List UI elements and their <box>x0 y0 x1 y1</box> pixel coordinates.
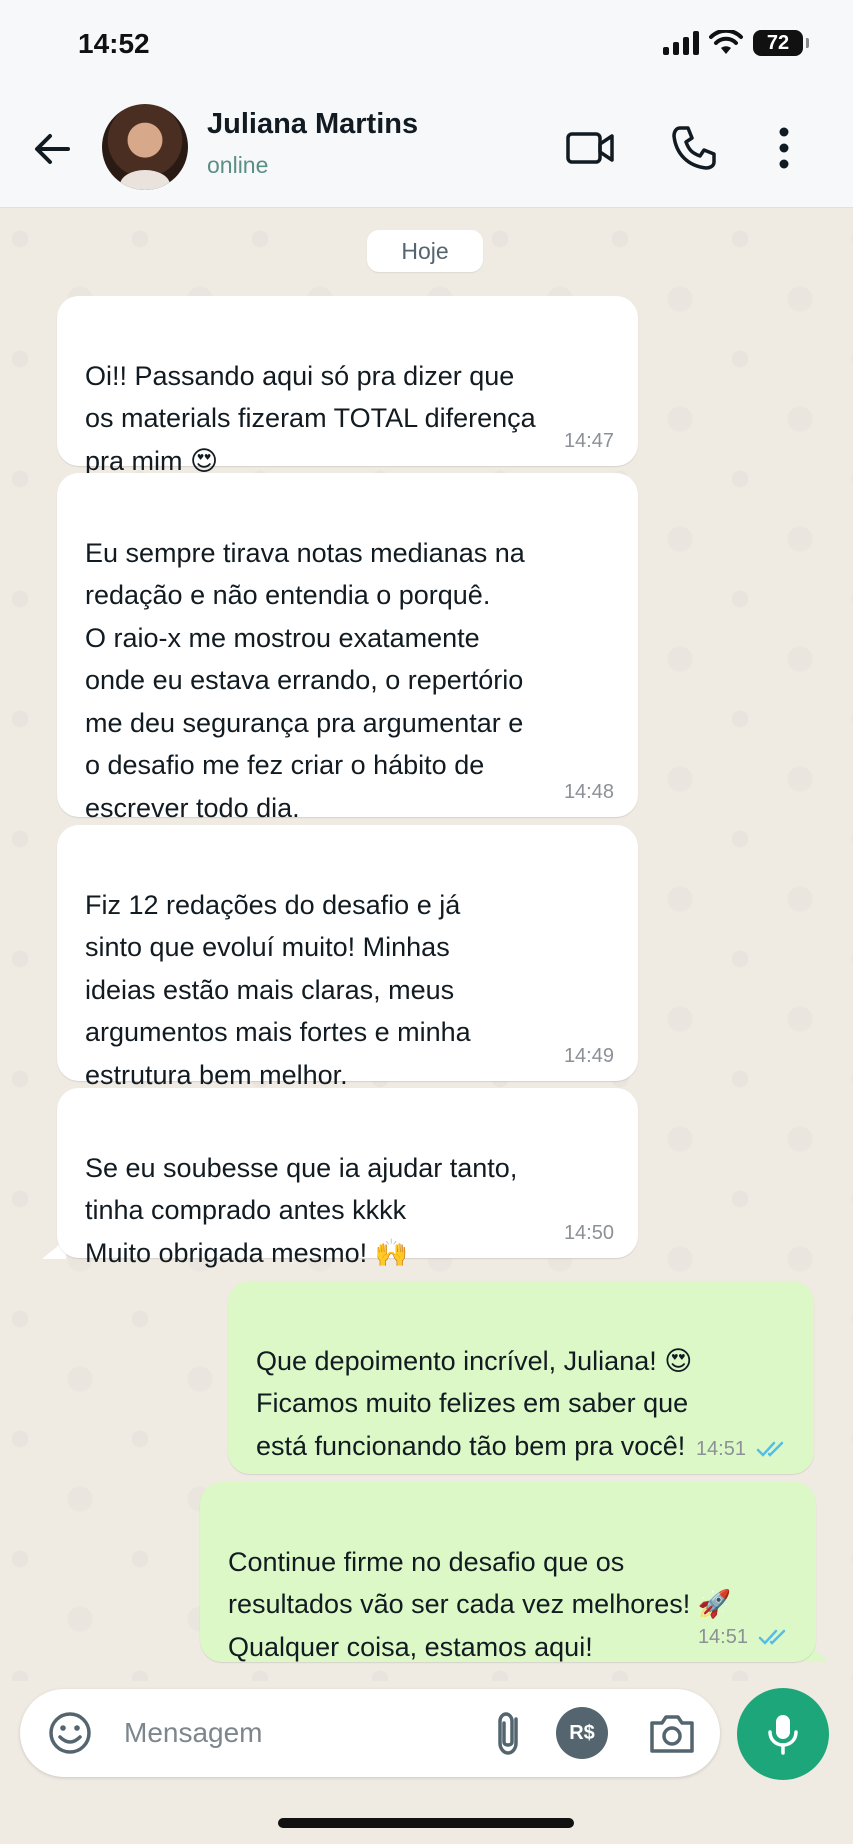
read-ticks-icon <box>758 1629 786 1645</box>
home-indicator[interactable] <box>278 1818 574 1828</box>
outgoing-message[interactable]: Continue firme no desafio que os resulta… <box>200 1482 816 1662</box>
battery-icon: 72 <box>753 30 809 56</box>
message-text: Oi!! Passando aqui só pra dizer que os m… <box>85 360 536 476</box>
message-meta: 14:50 <box>564 1222 614 1244</box>
signal-icon <box>663 31 699 55</box>
microphone-button[interactable] <box>737 1688 829 1780</box>
message-meta: 14:48 <box>564 781 614 803</box>
video-call-icon[interactable] <box>562 120 618 176</box>
microphone-icon <box>768 1715 798 1755</box>
chat-header: Juliana Martins online <box>0 90 853 208</box>
message-time: 14:49 <box>563 1045 614 1067</box>
status-time: 14:52 <box>78 28 150 59</box>
message-time: 14:47 <box>563 430 614 452</box>
outgoing-message[interactable]: Que depoimento incrível, Juliana! 😍 Fica… <box>228 1281 814 1474</box>
phone-icon[interactable] <box>666 120 722 176</box>
incoming-message[interactable]: Fiz 12 redações do desafio e já sinto qu… <box>57 825 638 1090</box>
incoming-message[interactable]: Se eu soubesse que ia ajudar tanto, tinh… <box>57 1088 638 1268</box>
incoming-message[interactable]: Eu sempre tirava notas medianas na redaç… <box>57 473 638 823</box>
message-time: 14:50 <box>563 1222 614 1244</box>
camera-icon[interactable] <box>644 1707 700 1759</box>
payment-icon[interactable]: R$ <box>556 1707 608 1759</box>
more-vertical-icon[interactable] <box>756 120 812 176</box>
contact-status: online <box>207 152 269 178</box>
message-time: 14:48 <box>563 781 614 803</box>
message-text: Se eu soubesse que ia ajudar tanto, tinh… <box>85 1152 518 1268</box>
contact-avatar[interactable] <box>102 104 188 190</box>
date-separator: Hoje <box>367 230 483 272</box>
emoji-icon[interactable] <box>44 1707 96 1759</box>
status-icons: 72 <box>663 30 809 56</box>
status-bar: 14:52 72 <box>0 0 853 90</box>
contact-name[interactable]: Juliana Martins <box>207 108 418 141</box>
message-text: Fiz 12 redações do desafio e já sinto qu… <box>85 889 471 1090</box>
message-composer: R$ <box>20 1689 720 1777</box>
chat-area[interactable]: Hoje Oi!! Passando aqui só pra dizer que… <box>0 209 853 1681</box>
message-time: 14:51 <box>695 1438 746 1460</box>
message-meta: 14:51 <box>698 1626 792 1648</box>
paperclip-icon[interactable] <box>482 1705 538 1761</box>
payment-label: R$ <box>569 1721 595 1744</box>
message-meta: 14:49 <box>564 1045 614 1067</box>
message-input[interactable] <box>124 1707 464 1759</box>
message-time: 14:51 <box>697 1626 748 1648</box>
message-meta: 14:47 <box>564 430 614 452</box>
back-arrow-icon[interactable] <box>28 124 78 174</box>
read-ticks-icon <box>756 1441 784 1457</box>
wifi-icon <box>709 30 743 54</box>
message-text: Continue firme no desafio que os resulta… <box>228 1546 732 1662</box>
message-meta: 14:51 <box>696 1438 790 1460</box>
incoming-message[interactable]: Oi!! Passando aqui só pra dizer que os m… <box>57 296 638 476</box>
message-text: Eu sempre tirava notas medianas na redaç… <box>85 537 525 823</box>
message-text: Que depoimento incrível, Juliana! 😍 Fica… <box>256 1345 693 1461</box>
